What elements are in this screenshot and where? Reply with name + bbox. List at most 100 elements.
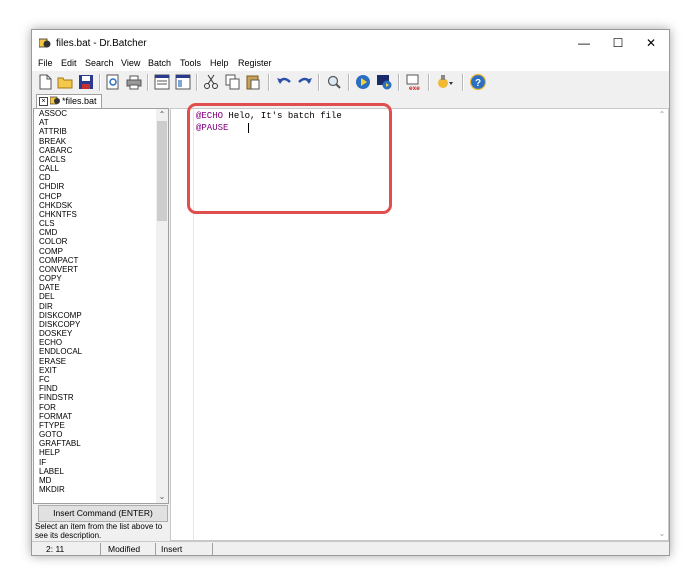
command-item[interactable]: CHKNTFS [39,210,157,219]
app-icon [39,38,51,48]
find-icon[interactable] [325,73,343,91]
tab-label: *files.bat [62,96,97,106]
command-item[interactable]: ASSOC [39,109,157,118]
cut-icon[interactable] [202,73,220,91]
new-file-icon[interactable] [36,73,54,91]
command-item[interactable]: FORMAT [39,412,157,421]
command-description: Select an item from the list above to se… [35,522,163,540]
command-item[interactable]: DIR [39,302,157,311]
command-item[interactable]: ECHO [39,338,157,347]
scrollbar-thumb[interactable] [157,121,167,221]
toolbar: exe ? [32,71,669,95]
command-item[interactable]: GRAFTABL [39,439,157,448]
compile-exe-icon[interactable]: exe [405,73,423,91]
command-item[interactable]: FINDSTR [39,393,157,402]
run-window-icon[interactable] [375,73,393,91]
menu-tools[interactable]: Tools [180,58,201,68]
command-item[interactable]: DISKCOPY [39,320,157,329]
command-item[interactable]: CABARC [39,146,157,155]
command-item[interactable]: EXIT [39,366,157,375]
close-button[interactable]: ✕ [636,35,666,51]
undo-icon[interactable] [275,73,293,91]
menu-help[interactable]: Help [210,58,229,68]
toolbar-separator [348,74,350,91]
menu-file[interactable]: File [38,58,53,68]
command-item[interactable]: COMPACT [39,256,157,265]
redo-icon[interactable] [296,73,314,91]
command-item[interactable]: CALL [39,164,157,173]
scroll-up-icon[interactable]: ⌃ [156,110,168,120]
highlight-annotation [187,103,392,214]
command-item[interactable]: GOTO [39,430,157,439]
toolbar-separator [196,74,198,91]
maximize-button[interactable]: ☐ [603,35,633,51]
title-bar[interactable]: files.bat - Dr.Batcher — ☐ ✕ [32,30,669,57]
paste-icon[interactable] [244,73,262,91]
insert-mode-status: Insert [161,544,183,554]
command-item[interactable]: DISKCOMP [39,311,157,320]
tab-close-icon[interactable]: × [39,97,48,106]
menu-batch[interactable]: Batch [148,58,171,68]
plugins-icon[interactable] [435,73,453,91]
print-preview-icon[interactable] [104,73,122,91]
command-item[interactable]: BREAK [39,137,157,146]
editor-scroll-down-icon[interactable]: ⌄ [656,529,668,539]
menu-search[interactable]: Search [85,58,114,68]
tab-files-bat[interactable]: × *files.bat [36,94,102,108]
save-icon[interactable] [77,73,95,91]
command-list-items: ASSOC AT ATTRIB BREAK CABARC CACLS CALL CD CHDIR… [39,109,157,494]
cursor-position: 2: 11 [46,544,65,554]
toolbar-separator [462,74,464,91]
command-item[interactable]: COLOR [39,237,157,246]
command-item[interactable]: DOSKEY [39,329,157,338]
view-mode-2-icon[interactable] [174,73,192,91]
window-title: files.bat - Dr.Batcher [56,38,147,49]
view-mode-icon[interactable] [153,73,171,91]
insert-command-button[interactable]: Insert Command (ENTER) [38,505,168,522]
help-icon[interactable]: ? [469,73,487,91]
batch-file-icon [50,96,60,105]
command-item[interactable]: CHDIR [39,182,157,191]
command-item[interactable]: COMP [39,247,157,256]
command-item[interactable]: AT [39,118,157,127]
command-item[interactable]: CLS [39,219,157,228]
command-item[interactable]: MKDIR [39,485,157,494]
command-item[interactable]: ENDLOCAL [39,347,157,356]
command-item[interactable]: FOR [39,403,157,412]
open-folder-icon[interactable] [56,73,74,91]
command-item[interactable]: CACLS [39,155,157,164]
command-item[interactable]: CD [39,173,157,182]
copy-icon[interactable] [223,73,241,91]
command-item[interactable]: CHKDSK [39,201,157,210]
command-item[interactable]: FTYPE [39,421,157,430]
toolbar-separator [398,74,400,91]
command-item[interactable]: LABEL [39,467,157,476]
command-item[interactable]: DEL [39,292,157,301]
editor-scroll-up-icon[interactable]: ⌃ [656,110,668,120]
minimize-button[interactable]: — [569,35,599,51]
command-item[interactable]: CMD [39,228,157,237]
command-list[interactable]: ASSOC AT ATTRIB BREAK CABARC CACLS CALL CD CHDIR… [33,108,169,504]
editor-scrollbar[interactable]: ⌃ ⌄ [656,109,668,540]
command-item[interactable]: FC [39,375,157,384]
modified-status: Modified [108,544,141,554]
command-item[interactable]: DATE [39,283,157,292]
command-item[interactable]: HELP [39,448,157,457]
status-bar: 2: 11 Modified Insert [32,541,669,555]
command-item[interactable]: CONVERT [39,265,157,274]
command-item[interactable]: FIND [39,384,157,393]
command-item[interactable]: ERASE [39,357,157,366]
menu-edit[interactable]: Edit [61,58,77,68]
run-icon[interactable] [354,73,372,91]
scroll-down-icon[interactable]: ⌄ [156,492,168,502]
print-icon[interactable] [125,73,143,91]
command-item[interactable]: COPY [39,274,157,283]
command-item[interactable]: MD [39,476,157,485]
command-list-scrollbar[interactable]: ⌃ ⌄ [156,109,168,503]
status-separator [155,543,156,555]
command-item[interactable]: IF [39,458,157,467]
command-item[interactable]: ATTRIB [39,127,157,136]
menu-register[interactable]: Register [238,58,272,68]
command-item[interactable]: CHCP [39,192,157,201]
menu-view[interactable]: View [121,58,140,68]
